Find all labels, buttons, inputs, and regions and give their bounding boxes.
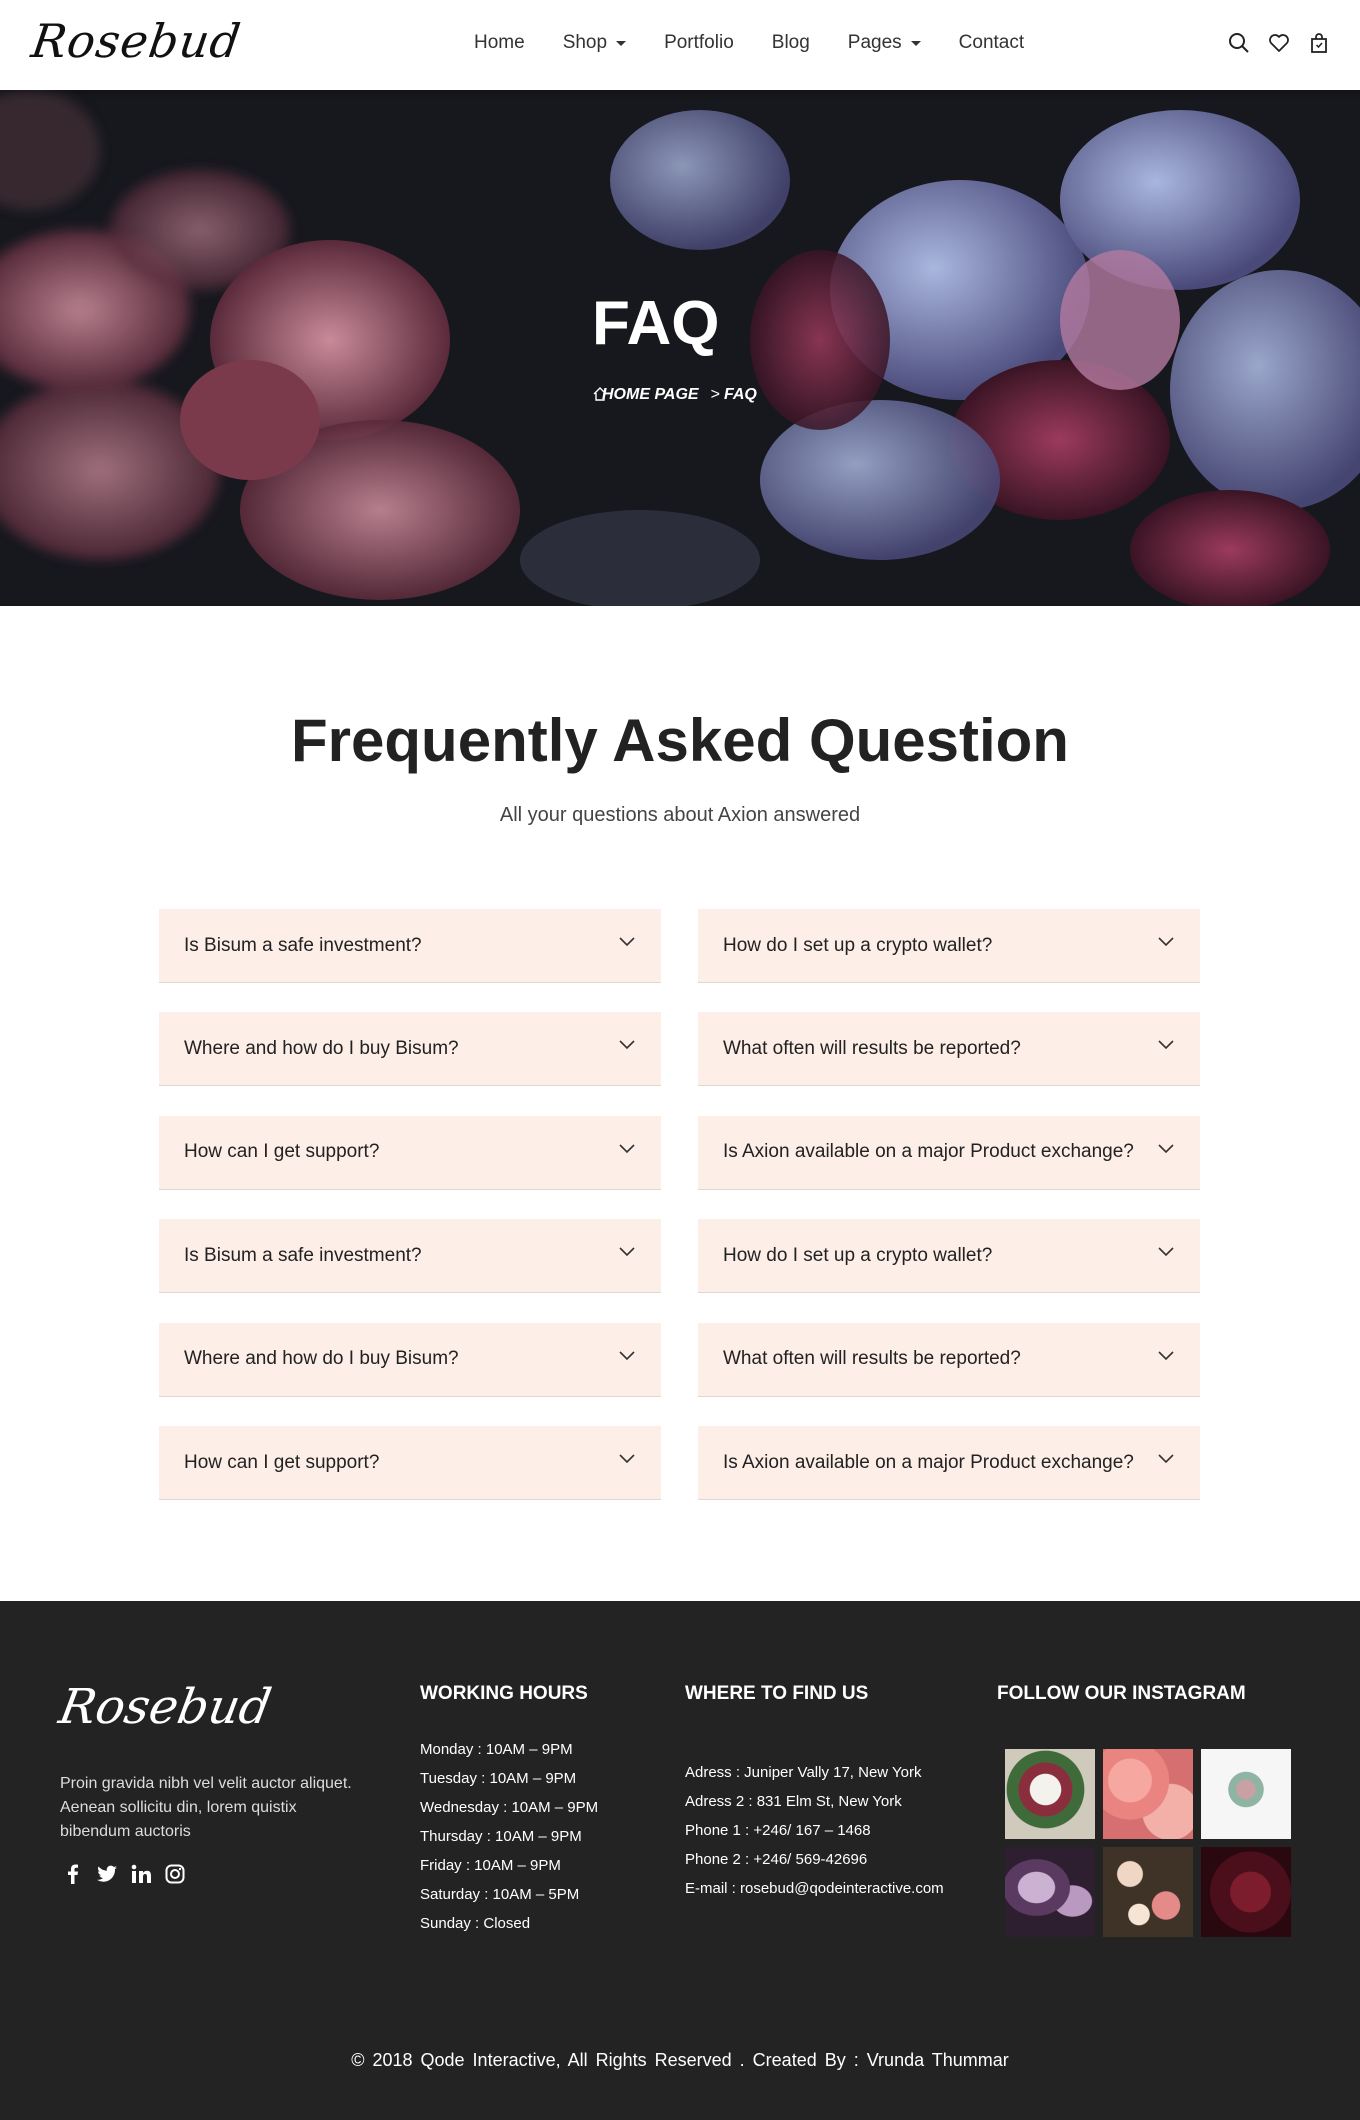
where-to-find-heading: WHERE TO FIND US [685,1683,869,1704]
chevron-down-icon[interactable] [619,1247,635,1257]
address-list: Adress : Juniper Vally 17, New York Adre… [685,1758,944,1903]
instagram-photo-pastel-bouquet[interactable] [1201,1749,1291,1839]
header-actions [1228,32,1330,54]
instagram-photo-dark-red-petals[interactable] [1201,1847,1291,1937]
faq-question: What often will results be reported? [723,1037,1021,1059]
instagram-photo-mixed-roses[interactable] [1103,1847,1193,1937]
bag-icon[interactable] [1308,32,1330,54]
faq-subheading: All your questions about Axion answered [499,804,861,826]
faq-question: How can I get support? [184,1451,380,1473]
faq-item[interactable]: Where and how do I buy Bisum? [159,1012,661,1087]
nav-item-pages[interactable]: Pages [848,32,921,54]
faq-question: How can I get support? [184,1141,380,1163]
nav-label: Blog [771,32,810,53]
hours-line: Thursday : 10AM – 9PM [420,1828,582,1845]
chevron-down-icon[interactable] [1158,937,1174,947]
hours-line: Tuesday : 10AM – 9PM [420,1770,577,1787]
faq-question: What often will results be reported? [723,1348,1021,1370]
faq-item[interactable]: Is Axion available on a major Product ex… [698,1115,1200,1190]
nav-label: Contact [958,32,1025,53]
hours-line: Sunday : Closed [420,1915,531,1932]
faq-heading: Frequently Asked Question [291,707,1069,774]
page-title: FAQ [592,289,720,358]
email-line[interactable]: E-mail : rosebud@qodeinteractive.com [685,1874,944,1903]
instagram-icon[interactable] [164,1863,186,1885]
faq-item[interactable]: Where and how do I buy Bisum? [159,1322,661,1397]
chevron-down-icon[interactable] [619,1351,635,1361]
faq-item[interactable]: What often will results be reported? [698,1012,1200,1087]
faq-question: Is Bisum a safe investment? [184,934,422,956]
faq-item[interactable]: How can I get support? [159,1115,661,1190]
address-line: Adress : Juniper Vally 17, New York [685,1764,922,1781]
site-footer: Rosebud Proin gravida nibh vel velit auc… [0,1601,1360,2120]
nav-item-home[interactable]: Home [474,32,525,54]
faq-question: Is Axion available on a major Product ex… [723,1451,1134,1473]
hours-line: Friday : 10AM – 9PM [420,1857,561,1874]
chevron-down-icon[interactable] [619,1040,635,1050]
nav-item-shop[interactable]: Shop [562,32,627,54]
chevron-down-icon[interactable] [1158,1454,1174,1464]
social-links [62,1863,186,1885]
working-hours-list: Monday : 10AM – 9PM Tuesday : 10AM – 9PM… [420,1735,598,1938]
faq-question: Is Axion available on a major Product ex… [723,1141,1134,1163]
caret-down-icon [910,40,921,46]
instagram-grid [1005,1749,1291,1937]
instagram-photo-white-bouquet[interactable] [1005,1749,1095,1839]
search-icon[interactable] [1228,32,1250,54]
nav-label: Shop [562,32,608,53]
faq-question: Where and how do I buy Bisum? [184,1348,459,1370]
hours-line: Wednesday : 10AM – 9PM [420,1799,599,1816]
site-header: Rosebud Home Shop Portfolio Blog Pages C… [0,0,1360,90]
breadcrumb-current: FAQ [723,386,757,403]
nav-label: Portfolio [664,32,734,53]
facebook-icon[interactable] [62,1863,84,1885]
faq-item[interactable]: How can I get support? [159,1426,661,1500]
working-hours-heading: WORKING HOURS [420,1683,588,1704]
instagram-heading: FOLLOW OUR INSTAGRAM [997,1683,1246,1704]
nav-item-contact[interactable]: Contact [959,32,1024,54]
chevron-down-icon[interactable] [1158,1247,1174,1257]
copyright-text: © 2018 Qode Interactive, All Rights Rese… [351,2050,1009,2070]
chevron-down-icon[interactable] [619,937,635,947]
breadcrumb: HOME PAGE > FAQ [592,386,757,404]
hero-banner: FAQ HOME PAGE > FAQ [0,90,1360,606]
linkedin-icon[interactable] [130,1863,152,1885]
faq-question: Where and how do I buy Bisum? [184,1037,459,1059]
faq-item[interactable]: Is Axion available on a major Product ex… [698,1426,1200,1500]
caret-down-icon [616,40,627,46]
chevron-down-icon[interactable] [619,1144,635,1154]
heart-icon[interactable] [1268,32,1290,54]
address-line: Adress 2 : 831 Elm St, New York [685,1793,902,1810]
faq-question: How do I set up a crypto wallet? [723,1244,993,1266]
nav-label: Pages [847,32,902,53]
hours-line: Monday : 10AM – 9PM [420,1741,573,1758]
faq-question: Is Bisum a safe investment? [184,1244,422,1266]
chevron-down-icon[interactable] [619,1454,635,1464]
chevron-down-icon[interactable] [1158,1040,1174,1050]
breadcrumb-home-link[interactable]: HOME PAGE [602,386,699,404]
instagram-photo-purple-tulips[interactable] [1005,1847,1095,1937]
chevron-down-icon[interactable] [1158,1351,1174,1361]
phone-line: Phone 1 : +246/ 167 – 1468 [685,1822,871,1839]
breadcrumb-separator: > [710,386,720,403]
phone-line: Phone 2 : +246/ 569-42696 [685,1851,868,1868]
faq-item[interactable]: How do I set up a crypto wallet? [698,909,1200,983]
main-nav: Home Shop Portfolio Blog Pages Contact [474,32,1062,54]
nav-label: Home [474,32,525,53]
nav-item-blog[interactable]: Blog [772,32,810,54]
faq-item[interactable]: How do I set up a crypto wallet? [698,1219,1200,1294]
footer-logo[interactable]: Rosebud [55,1679,275,1735]
faq-question: How do I set up a crypto wallet? [723,934,993,956]
faq-item[interactable]: What often will results be reported? [698,1322,1200,1397]
nav-item-portfolio[interactable]: Portfolio [664,32,734,54]
instagram-photo-pink-roses[interactable] [1103,1749,1193,1839]
hours-line: Saturday : 10AM – 5PM [420,1886,580,1903]
faq-item[interactable]: Is Bisum a safe investment? [159,909,661,983]
faq-item[interactable]: Is Bisum a safe investment? [159,1219,661,1294]
footer-about-text: Proin gravida nibh vel velit auctor aliq… [60,1775,352,1840]
chevron-down-icon[interactable] [1158,1144,1174,1154]
twitter-icon[interactable] [96,1863,118,1885]
brand-logo[interactable]: Rosebud [28,14,244,68]
